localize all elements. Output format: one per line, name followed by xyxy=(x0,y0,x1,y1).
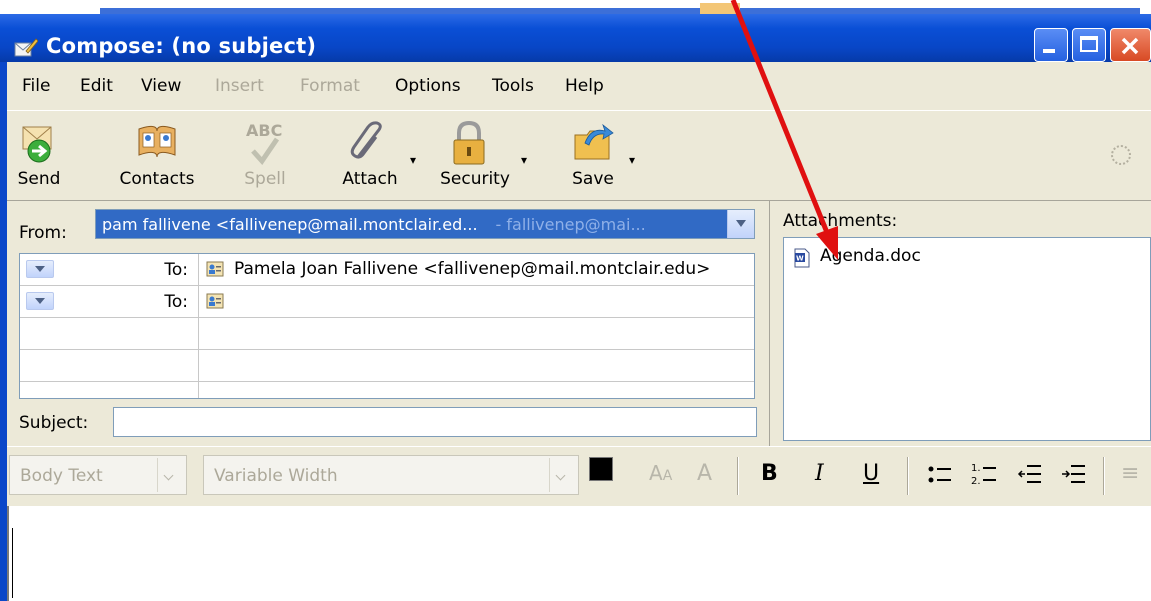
text-color-picker[interactable] xyxy=(589,457,625,497)
menu-format[interactable]: Format xyxy=(300,76,360,96)
maximize-button[interactable] xyxy=(1072,28,1106,62)
attachments-label: Attachments: xyxy=(783,211,898,231)
contacts-label: Contacts xyxy=(119,169,195,189)
font-value: Variable Width xyxy=(214,466,338,486)
text-caret xyxy=(12,528,13,598)
spell-button[interactable]: ABC Spell xyxy=(235,119,295,199)
chevron-down-icon xyxy=(549,458,576,492)
menu-view[interactable]: View xyxy=(141,76,181,96)
message-header: From: pam fallivene <fallivenep@mail.mon… xyxy=(7,200,1151,447)
more-format-icon[interactable]: ≡ xyxy=(1121,461,1139,486)
save-folder-icon xyxy=(574,123,614,160)
recipient-address[interactable]: Pamela Joan Fallivene <fallivenep@mail.m… xyxy=(234,259,710,279)
security-dropdown-icon[interactable]: ▾ xyxy=(521,153,527,167)
recipient-row-empty[interactable] xyxy=(20,318,754,350)
contact-card-icon xyxy=(206,261,224,277)
minimize-button[interactable] xyxy=(1034,28,1068,62)
menu-file[interactable]: File xyxy=(22,76,50,96)
paragraph-style-value: Body Text xyxy=(20,466,103,486)
underline-icon[interactable]: U xyxy=(863,461,879,486)
title-bar[interactable]: Compose: (no subject) xyxy=(0,14,1151,62)
menu-help[interactable]: Help xyxy=(565,76,604,96)
security-button[interactable]: ▾ Security xyxy=(433,119,527,199)
menu-insert[interactable]: Insert xyxy=(215,76,264,96)
recipient-list[interactable]: To: Pamela Joan Fallivene <fallivenep@ma… xyxy=(19,253,755,399)
padlock-icon xyxy=(453,121,485,165)
indent-icon[interactable] xyxy=(1061,463,1087,487)
main-toolbar: Send Contacts ABC Spell ▾ Attach ▾ Secur… xyxy=(7,110,1151,201)
svg-text:1.: 1. xyxy=(971,463,981,474)
attach-button[interactable]: ▾ Attach xyxy=(332,119,416,199)
word-doc-icon: W xyxy=(794,248,810,268)
font-size-increase-icon[interactable]: A xyxy=(697,461,712,486)
background-strip xyxy=(0,0,1151,14)
bullet-list-icon[interactable] xyxy=(927,463,953,487)
save-button[interactable]: ▾ Save xyxy=(563,119,635,199)
from-identity: pam fallivene <fallivenep@mail.montclair… xyxy=(102,215,478,234)
from-account: - fallivenep@mai... xyxy=(495,215,646,234)
send-label: Send xyxy=(17,169,61,189)
recipient-row-empty[interactable] xyxy=(20,350,754,382)
recipient-row[interactable]: To: Pamela Joan Fallivene <fallivenep@ma… xyxy=(20,254,754,286)
attach-dropdown-icon[interactable]: ▾ xyxy=(410,153,416,167)
from-label: From: xyxy=(19,223,67,243)
contact-card-icon xyxy=(206,293,224,309)
chevron-down-icon xyxy=(157,458,184,492)
menu-tools[interactable]: Tools xyxy=(492,76,534,96)
spell-label: Spell xyxy=(244,169,286,189)
message-body-editor[interactable] xyxy=(7,506,1151,601)
recipient-type-dropdown-icon[interactable] xyxy=(26,292,54,310)
send-icon xyxy=(22,126,52,163)
numbered-list-icon[interactable]: 1. 2. xyxy=(971,461,997,487)
address-book-icon xyxy=(138,125,176,158)
attachment-name: Agenda.doc xyxy=(820,246,921,266)
maximize-icon xyxy=(1080,36,1098,52)
recipient-row[interactable]: To: xyxy=(20,286,754,318)
contacts-button[interactable]: Contacts xyxy=(109,119,205,199)
close-button[interactable] xyxy=(1110,28,1151,62)
format-toolbar: Body Text Variable Width AA A B I U 1. 2… xyxy=(7,446,1151,508)
menu-bar: File Edit View Insert Format Options Too… xyxy=(7,62,1151,110)
save-dropdown-icon[interactable]: ▾ xyxy=(629,153,635,167)
foreground-color-swatch[interactable] xyxy=(589,457,613,481)
close-icon xyxy=(1121,37,1139,55)
paragraph-style-select[interactable]: Body Text xyxy=(9,455,187,495)
subject-input[interactable] xyxy=(113,407,757,437)
from-select[interactable]: pam fallivene <fallivenep@mail.montclair… xyxy=(95,209,755,239)
activity-throbber-icon xyxy=(1111,145,1131,165)
compose-app-icon xyxy=(14,38,38,57)
send-button[interactable]: Send xyxy=(11,119,67,199)
recipient-type-label: To: xyxy=(164,292,188,312)
recipient-type-label: To: xyxy=(164,260,188,280)
italic-icon[interactable]: I xyxy=(815,461,824,486)
svg-text:2.: 2. xyxy=(971,476,981,487)
save-label: Save xyxy=(572,169,614,189)
window-frame-left xyxy=(0,62,7,601)
attachments-list[interactable]: W Agenda.doc xyxy=(783,237,1151,441)
spellcheck-icon: ABC xyxy=(242,121,288,165)
menu-options[interactable]: Options xyxy=(395,76,461,96)
paperclip-icon xyxy=(350,121,382,159)
minimize-icon xyxy=(1043,49,1055,53)
recipient-row-empty[interactable] xyxy=(20,382,754,398)
window-title: Compose: (no subject) xyxy=(46,34,317,58)
svg-text:W: W xyxy=(796,255,804,263)
header-splitter[interactable] xyxy=(769,201,778,447)
security-label: Security xyxy=(440,169,510,189)
bold-icon[interactable]: B xyxy=(761,461,778,486)
compose-window: Compose: (no subject) File Edit View Ins… xyxy=(0,0,1151,601)
recipient-type-dropdown-icon[interactable] xyxy=(26,260,54,278)
font-size-decrease-icon[interactable]: AA xyxy=(649,461,672,485)
from-dropdown-icon[interactable] xyxy=(727,210,754,238)
menu-edit[interactable]: Edit xyxy=(80,76,113,96)
attach-label: Attach xyxy=(342,169,398,189)
font-select[interactable]: Variable Width xyxy=(203,455,579,495)
subject-label: Subject: xyxy=(19,413,89,433)
outdent-icon[interactable] xyxy=(1017,463,1043,487)
